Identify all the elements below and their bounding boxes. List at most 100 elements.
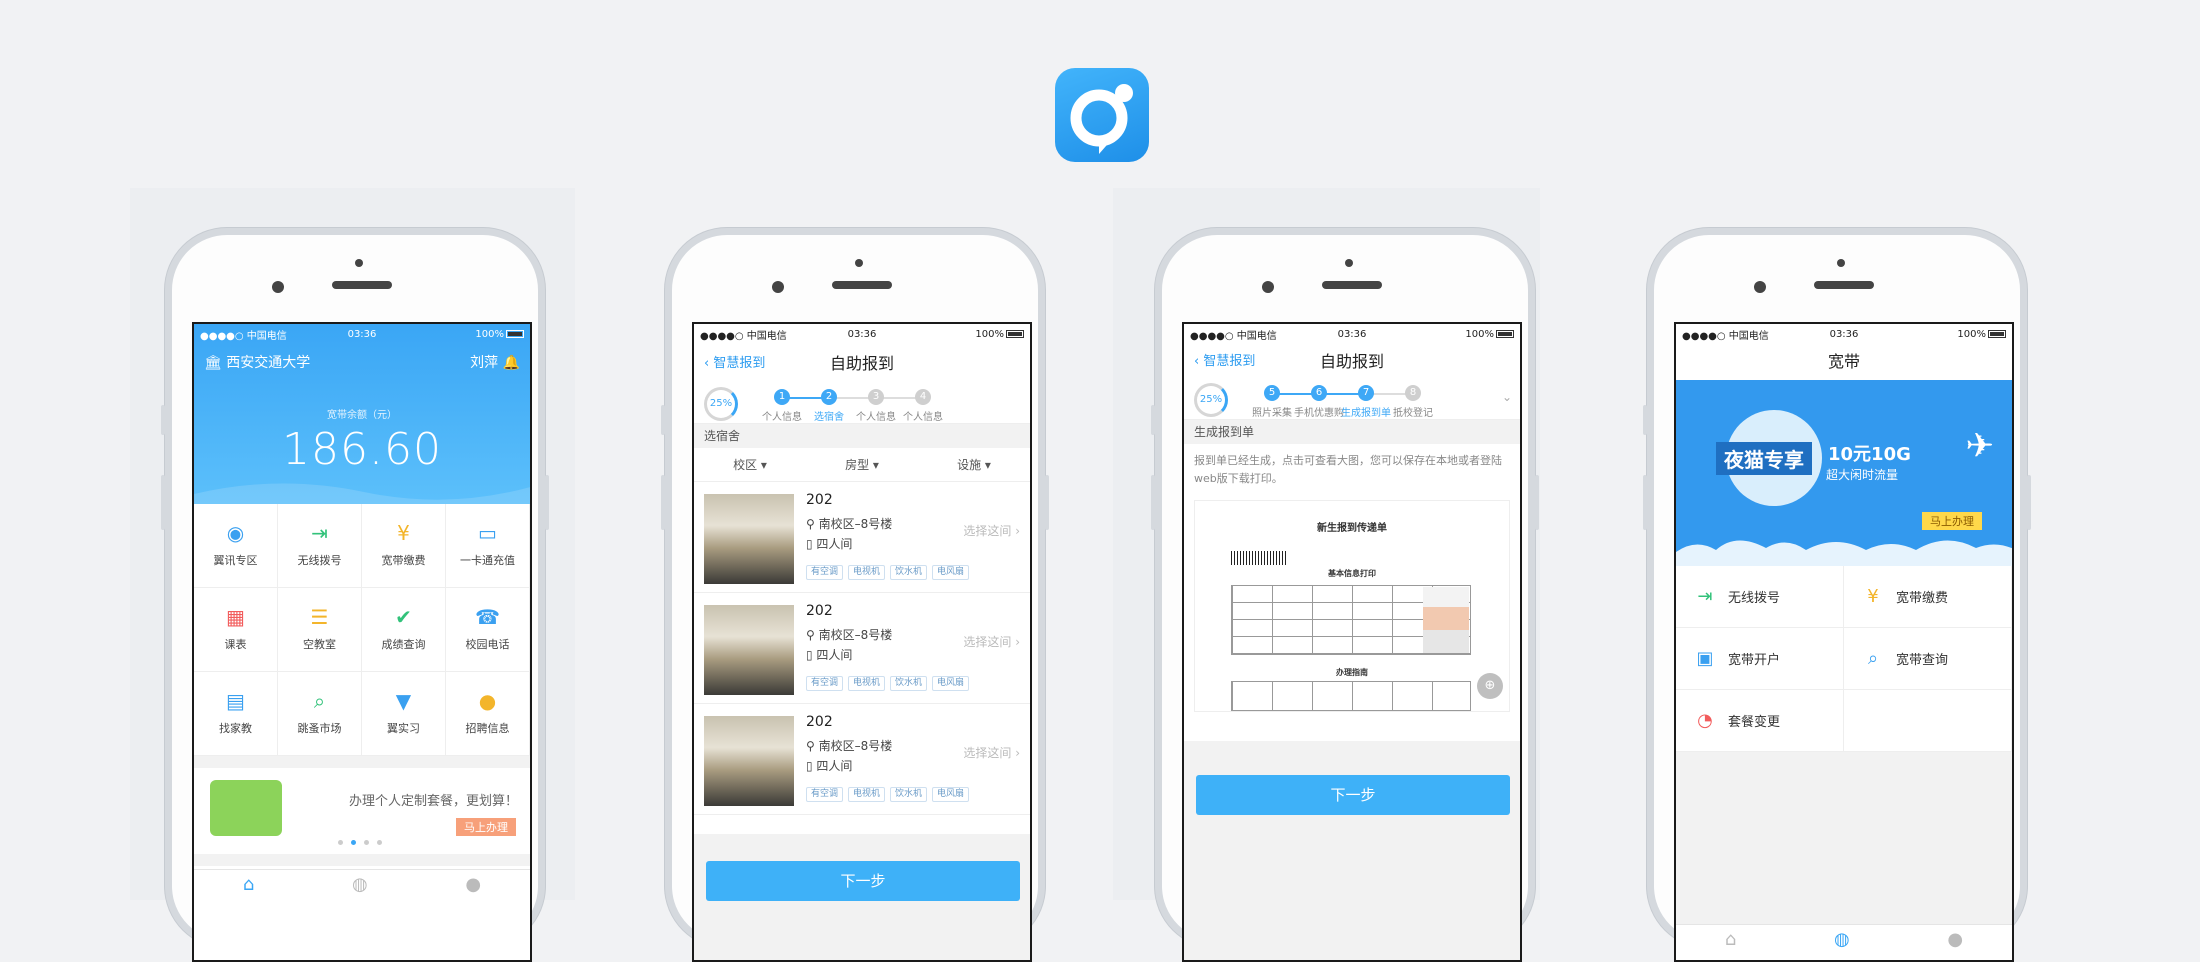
grid-item-label: 成绩查询	[381, 638, 426, 651]
room-item[interactable]: 202 ⚲ 南校区–8号楼 ▯ 四人间 选择这间 › 有空调 电视机 饮水机 电风扇	[694, 482, 1030, 593]
step-4: 4 个人信息	[888, 389, 958, 423]
grid-item-2[interactable]: ⇥ 无线拨号	[278, 504, 362, 588]
phone-frame-2: ●●●●○ 中国电信 03:36 100% ‹ 智慧报到 自助报到 25% 1 个…	[661, 228, 1049, 962]
banner-button[interactable]: 马上办理	[1922, 512, 1982, 530]
clock: 03:36	[847, 328, 877, 340]
location-pin-icon: ⚲	[806, 517, 819, 531]
service-item-3[interactable]: ▣ 宽带开户	[1676, 628, 1844, 690]
facility-tag: 电视机	[848, 787, 886, 802]
step-label: 选宿舍	[814, 412, 844, 423]
student-photo	[1423, 587, 1469, 653]
step-number: 6	[1311, 385, 1327, 401]
card-icon: ▭	[478, 521, 497, 545]
phone-frame-4: ●●●●○ 中国电信 03:36 100% 宽带 夜猫专享 10元10G 超大闲…	[1643, 228, 2031, 962]
filter-1[interactable]: 校区 ▾	[694, 448, 806, 481]
banner-title: 夜猫专享	[1716, 442, 1812, 475]
facility-tag: 电视机	[848, 565, 886, 580]
grid-item-label: 无线拨号	[297, 554, 342, 567]
grid-item-3[interactable]: ¥ 宽带缴费	[362, 504, 446, 588]
promo-button[interactable]: 马上办理	[456, 818, 516, 836]
select-room-button[interactable]: 选择这间 ›	[963, 522, 1020, 539]
grid-item-label: 翼讯专区	[213, 554, 258, 567]
book-icon: ▤	[226, 689, 245, 713]
balance-value: 186.60	[282, 424, 442, 475]
promo-banner[interactable]: 夜猫专享 10元10G 超大闲时流量 ✈ 马上办理	[1676, 380, 2012, 566]
yen-monitor-icon: ¥	[1867, 585, 1879, 607]
grid-item-11[interactable]: ▼ 翼实习	[362, 672, 446, 756]
grid-item-9[interactable]: ▤ 找家教	[194, 672, 278, 756]
home-icon[interactable]: ⌂	[1725, 929, 1736, 960]
facility-tag: 电风扇	[932, 676, 970, 691]
desk-icon: ☰	[310, 605, 329, 629]
service-grid: ⇥ 无线拨号 ¥ 宽带缴费 ▣ 宽带开户 ⌕ 宽带查询 ◔ 套餐变更	[1676, 566, 2012, 752]
step-label: 抵校登记	[1393, 408, 1433, 419]
room-number: 202	[806, 714, 833, 730]
select-room-button[interactable]: 选择这间 ›	[963, 744, 1020, 761]
barcode	[1231, 551, 1287, 565]
service-label: 套餐变更	[1728, 715, 1781, 730]
profile-icon[interactable]: ●	[1947, 929, 1963, 960]
room-item[interactable]: 202 ⚲ 南校区–8号楼 ▯ 四人间 选择这间 › 有空调 电视机 饮水机 电风扇	[694, 704, 1030, 815]
grid-item-7[interactable]: ✔ 成绩查询	[362, 588, 446, 672]
dial-in-icon: ⇥	[311, 521, 328, 545]
grid-item-4[interactable]: ▭ 一卡通充值	[446, 504, 530, 588]
filter-2[interactable]: 房型 ▾	[806, 448, 918, 481]
grid-item-5[interactable]: ▦ 课表	[194, 588, 278, 672]
profile-icon[interactable]: ●	[465, 874, 481, 909]
facility-tag: 有空调	[806, 787, 844, 802]
grid-item-label: 翼实习	[387, 722, 420, 735]
service-item-4[interactable]: ⌕ 宽带查询	[1844, 628, 2012, 690]
progress-steps: 25% ⌄ 5 照片采集 6 手机优惠购 7 生成报到单 8 抵校登记	[1184, 380, 1520, 420]
nav-bar: ‹ 智慧报到 自助报到	[1184, 344, 1520, 380]
grid-item-label: 一卡通充值	[460, 554, 515, 567]
room-address: ⚲ 南校区–8号楼	[806, 628, 893, 642]
status-bar: ●●●●○ 中国电信 03:36 100%	[1184, 324, 1520, 344]
report-preview[interactable]: 新生报到传递单 基本信息打印 办理指南 ⊕	[1194, 500, 1510, 712]
home-icon[interactable]: ⌂	[243, 874, 254, 909]
grid-item-6[interactable]: ☰ 空教室	[278, 588, 362, 672]
back-button[interactable]: ‹ 智慧报到	[1194, 344, 1255, 380]
description-text: 报到单已经生成，点击可查看大图，您可以保存在本地或者登陆web版下载打印。	[1194, 454, 1502, 485]
grid-item-12[interactable]: ● 招聘信息	[446, 672, 530, 756]
next-button[interactable]: 下一步	[1196, 775, 1510, 815]
service-item-2[interactable]: ¥ 宽带缴费	[1844, 566, 2012, 628]
location-pin-icon: ⚲	[806, 628, 819, 642]
next-button[interactable]: 下一步	[706, 861, 1020, 901]
service-item-5[interactable]: ◔ 套餐变更	[1676, 690, 1844, 752]
chevron-down-icon[interactable]: ⌄	[1502, 390, 1512, 404]
grid-item-1[interactable]: ◉ 翼讯专区	[194, 504, 278, 588]
promo-illustration	[210, 780, 282, 836]
zoom-icon[interactable]: ⊕	[1477, 673, 1503, 699]
room-item[interactable]: 202 ⚲ 南校区–8号楼 ▯ 四人间 选择这间 › 有空调 电视机 饮水机 电风扇	[694, 593, 1030, 704]
service-item-1[interactable]: ⇥ 无线拨号	[1676, 566, 1844, 628]
room-list: 202 ⚲ 南校区–8号楼 ▯ 四人间 选择这间 › 有空调 电视机 饮水机 电风扇 202 ⚲ …	[694, 482, 1030, 815]
back-button[interactable]: ‹ 智慧报到	[704, 344, 765, 384]
status-bar: ●●●●○ 中国电信 03:36 100%	[694, 324, 1030, 344]
room-number: 202	[806, 603, 833, 619]
location-pin-icon: ⚲	[806, 739, 819, 753]
facility-tag: 饮水机	[890, 676, 928, 691]
home-header: ●●●●○ 中国电信 03:36 100% 🏛 西安交通大学 刘萍 🔔 宽带余额…	[194, 324, 530, 504]
step-label: 个人信息	[903, 412, 943, 423]
bell-icon[interactable]: 🔔	[503, 355, 520, 371]
section-title: 生成报到单	[1184, 420, 1520, 444]
status-bar: ●●●●○ 中国电信 03:36 100%	[194, 324, 530, 344]
step-8: 8 抵校登记	[1378, 385, 1448, 419]
grid-item-10[interactable]: ⌕ 跳蚤市场	[278, 672, 362, 756]
globe-icon[interactable]: ◍	[1834, 929, 1850, 960]
filter-bar: 校区 ▾ 房型 ▾ 设施 ▾	[694, 448, 1030, 482]
step-number: 3	[868, 389, 884, 405]
user-area[interactable]: 刘萍 🔔	[470, 352, 520, 372]
page-title: 自助报到	[829, 354, 894, 373]
door-icon: ▯	[806, 759, 817, 773]
select-room-button[interactable]: 选择这间 ›	[963, 633, 1020, 650]
section-title: 选宿舍	[694, 424, 1030, 448]
screen-report-form: ●●●●○ 中国电信 03:36 100% ‹ 智慧报到 自助报到 25% ⌄ …	[1182, 322, 1522, 962]
globe-icon[interactable]: ◍	[352, 874, 368, 909]
promo-text: 办理个人定制套餐，更划算！	[348, 794, 518, 809]
grid-item-8[interactable]: ☎ 校园电话	[446, 588, 530, 672]
cloud-decoration	[1676, 540, 2012, 566]
school-selector[interactable]: 🏛 西安交通大学	[204, 352, 310, 372]
filter-3[interactable]: 设施 ▾	[918, 448, 1030, 481]
promo-banner[interactable]: 办理个人定制套餐，更划算！ 马上办理	[194, 768, 530, 854]
